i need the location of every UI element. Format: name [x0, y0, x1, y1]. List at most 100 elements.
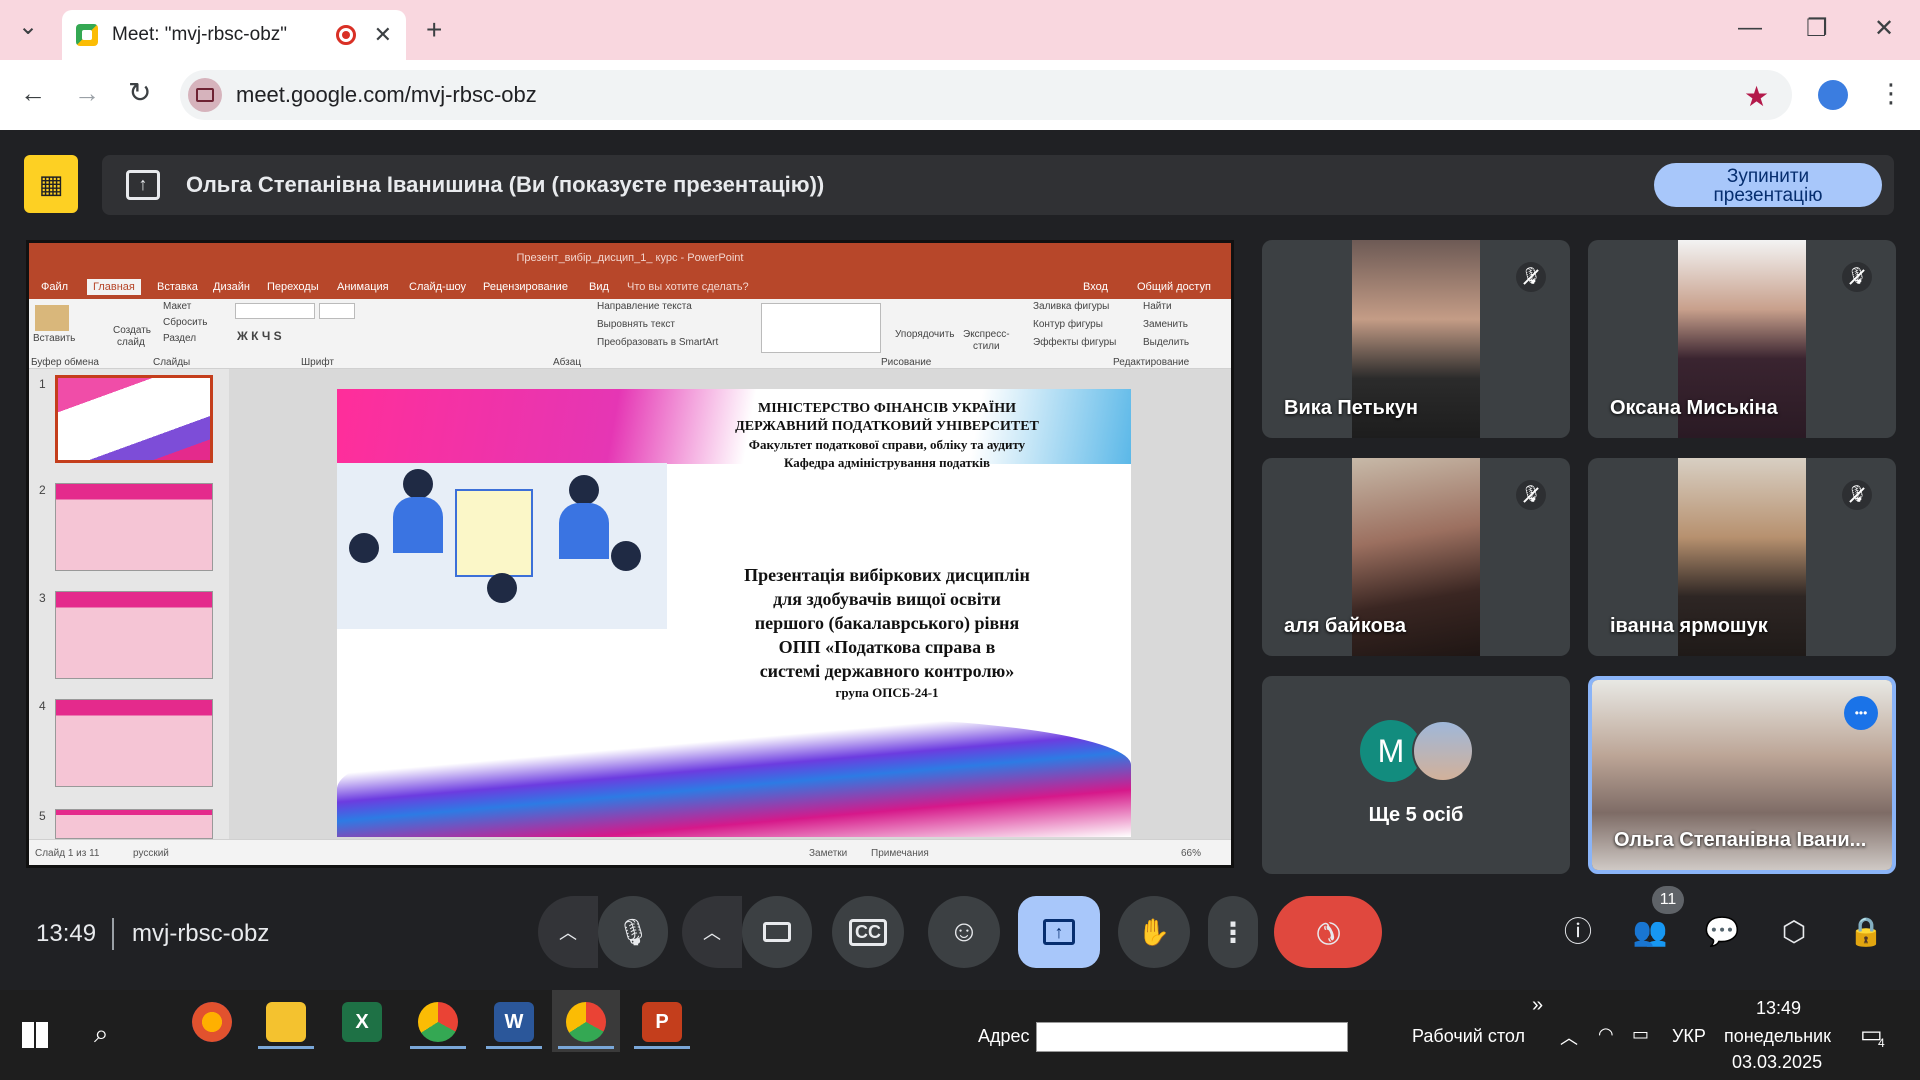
forward-button[interactable]: →: [74, 78, 100, 109]
site-info-icon[interactable]: [188, 78, 222, 112]
chrome-menu-icon[interactable]: ⋮: [1878, 78, 1904, 109]
slide-thumbnail[interactable]: [55, 591, 213, 679]
start-icon[interactable]: [22, 1022, 48, 1048]
new-tab-button[interactable]: +: [426, 14, 442, 46]
activities-icon[interactable]: ⬡: [1774, 912, 1814, 952]
people-icon[interactable]: 👥: [1630, 912, 1670, 952]
participant-tile[interactable]: 🎙 Вика Петькун: [1262, 240, 1570, 438]
back-button[interactable]: ←: [20, 78, 46, 109]
powerpoint-icon[interactable]: P: [642, 1002, 682, 1042]
slide-thumbnail[interactable]: [55, 809, 213, 839]
ppt-tab[interactable]: Файл: [41, 281, 68, 293]
emoji-button[interactable]: ☺: [928, 896, 1000, 968]
microphone-button[interactable]: 🎙: [598, 896, 668, 968]
quick-styles-label[interactable]: стили: [973, 341, 1000, 352]
meeting-info-icon[interactable]: ⓘ: [1558, 912, 1598, 952]
present-now-button[interactable]: ↑: [1018, 896, 1100, 968]
replace-button[interactable]: Заменить: [1143, 319, 1188, 330]
current-slide[interactable]: МІНІСТЕРСТВО ФІНАНСІВ УКРАЇНИ ДЕРЖАВНИЙ …: [337, 389, 1131, 837]
camera-button[interactable]: [742, 896, 812, 968]
comments-button[interactable]: Примечания: [871, 848, 929, 859]
tab-close-button[interactable]: ✕: [374, 22, 392, 48]
restore-button[interactable]: ❐: [1806, 14, 1828, 43]
presentation-off-icon[interactable]: ▦: [24, 155, 78, 213]
ppt-tab[interactable]: Вид: [589, 281, 609, 293]
toolbar-chevron-icon[interactable]: »: [1532, 994, 1543, 1017]
profile-avatar[interactable]: [1818, 80, 1848, 110]
excel-icon[interactable]: X: [342, 1002, 382, 1042]
ppt-tab-home[interactable]: Главная: [87, 279, 141, 295]
ppt-tab[interactable]: Слайд-шоу: [409, 281, 466, 293]
self-view-tile[interactable]: ••• Ольга Степанівна Івани...: [1588, 676, 1896, 874]
smartart-button[interactable]: Преобразовать в SmartArt: [597, 337, 718, 348]
taskbar-date[interactable]: 03.03.2025: [1732, 1052, 1822, 1073]
font-size-field[interactable]: [319, 303, 355, 319]
battery-icon[interactable]: ▭: [1632, 1024, 1649, 1045]
layout-button[interactable]: Макет: [163, 301, 191, 312]
url-text[interactable]: meet.google.com/mvj-rbsc-obz: [236, 82, 537, 108]
paste-label[interactable]: Вставить: [33, 333, 75, 344]
section-button[interactable]: Раздел: [163, 333, 196, 344]
shapes-gallery[interactable]: [761, 303, 881, 353]
slide-thumbnail[interactable]: [55, 699, 213, 787]
participant-tile[interactable]: 🎙 аля байкова: [1262, 458, 1570, 656]
more-options-button[interactable]: ⋮: [1208, 896, 1258, 968]
shape-effects-button[interactable]: Эффекты фигуры: [1033, 337, 1116, 348]
address-input[interactable]: [1036, 1022, 1348, 1052]
firefox-icon[interactable]: [192, 1002, 232, 1042]
text-direction-button[interactable]: Направление текста: [597, 301, 692, 312]
select-button[interactable]: Выделить: [1143, 337, 1189, 348]
chat-icon[interactable]: 💬: [1702, 912, 1742, 952]
font-name-field[interactable]: [235, 303, 315, 319]
new-slide-label[interactable]: слайд: [117, 337, 145, 348]
host-controls-icon[interactable]: 🔒: [1846, 912, 1886, 952]
notes-button[interactable]: Заметки: [809, 848, 847, 859]
search-icon[interactable]: ⌕: [94, 1018, 109, 1050]
tab-list-button[interactable]: ⌄: [18, 12, 38, 41]
ppt-tab[interactable]: Переходы: [267, 281, 319, 293]
wifi-icon[interactable]: ◠: [1598, 1024, 1614, 1045]
more-options-icon[interactable]: •••: [1844, 696, 1878, 730]
slide-thumbnail[interactable]: [55, 375, 213, 463]
find-button[interactable]: Найти: [1143, 301, 1172, 312]
file-explorer-icon[interactable]: [266, 1002, 306, 1042]
chrome-icon[interactable]: [566, 1002, 606, 1042]
bookmark-star-icon[interactable]: ★: [1744, 80, 1769, 113]
more-participants-tile[interactable]: M Ще 5 осіб: [1262, 676, 1570, 874]
ppt-tell-me[interactable]: Что вы хотите сделать?: [627, 281, 749, 293]
language-indicator[interactable]: русский: [133, 848, 169, 859]
taskbar-day[interactable]: понедельник: [1724, 1026, 1831, 1047]
font-style-buttons[interactable]: Ж К Ч S: [237, 329, 282, 343]
ppt-tab[interactable]: Вставка: [157, 281, 198, 293]
shape-outline-button[interactable]: Контур фигуры: [1033, 319, 1103, 330]
desktop-toolbar[interactable]: Рабочий стол: [1412, 1026, 1525, 1047]
tray-up-icon[interactable]: ︿: [1560, 1024, 1578, 1050]
ppt-share[interactable]: Общий доступ: [1137, 281, 1211, 293]
participant-tile[interactable]: 🎙 іванна ярмошук: [1588, 458, 1896, 656]
slide-thumbnail[interactable]: [55, 483, 213, 571]
new-slide-button[interactable]: Создать: [113, 325, 151, 336]
reload-button[interactable]: ↻: [128, 76, 151, 109]
ppt-tab[interactable]: Анимация: [337, 281, 389, 293]
align-text-button[interactable]: Выровнять текст: [597, 319, 675, 330]
captions-button[interactable]: CC: [832, 896, 904, 968]
arrange-button[interactable]: Упорядочить: [895, 329, 955, 340]
paste-icon[interactable]: [35, 305, 69, 331]
window-close-button[interactable]: ✕: [1874, 14, 1894, 43]
browser-tab[interactable]: Meet: "mvj-rbsc-obz" ✕: [62, 10, 406, 60]
ppt-tab[interactable]: Дизайн: [213, 281, 250, 293]
participant-tile[interactable]: 🎙 Оксана Миськіна: [1588, 240, 1896, 438]
quick-styles-button[interactable]: Экспресс-: [963, 329, 1010, 340]
shape-fill-button[interactable]: Заливка фигуры: [1033, 301, 1109, 312]
minimize-button[interactable]: —: [1738, 14, 1762, 42]
zoom-level[interactable]: 66%: [1181, 848, 1201, 859]
reset-button[interactable]: Сбросить: [163, 317, 207, 328]
chrome-icon[interactable]: [418, 1002, 458, 1042]
raise-hand-button[interactable]: ✋: [1118, 896, 1190, 968]
ppt-login[interactable]: Вход: [1083, 281, 1108, 293]
leave-call-button[interactable]: ✆: [1274, 896, 1382, 968]
taskbar-time[interactable]: 13:49: [1756, 998, 1801, 1019]
word-icon[interactable]: W: [494, 1002, 534, 1042]
ppt-tab[interactable]: Рецензирование: [483, 281, 568, 293]
input-language[interactable]: УКР: [1672, 1026, 1706, 1047]
